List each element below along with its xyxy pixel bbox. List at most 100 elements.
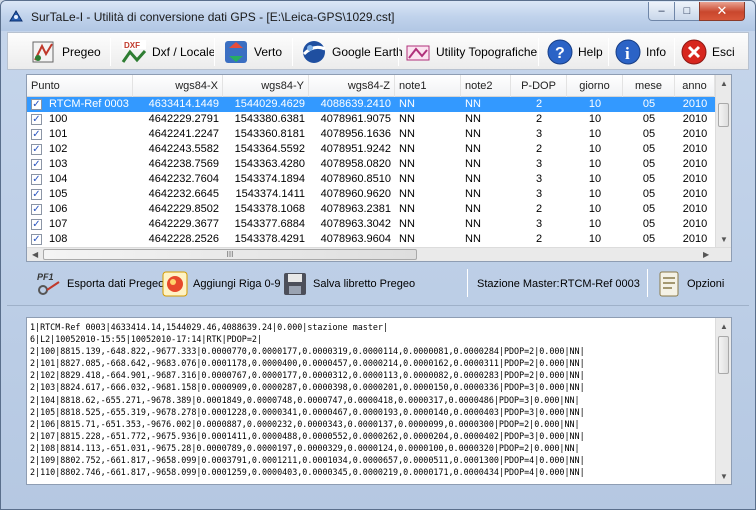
scroll-up-icon[interactable]: ▲: [720, 322, 728, 331]
table-cell[interactable]: 1543378.1068: [223, 202, 309, 217]
scroll-thumb[interactable]: III: [43, 249, 417, 260]
table-cell[interactable]: 10: [567, 97, 623, 112]
table-cell[interactable]: 3: [511, 187, 567, 202]
column-header-note1[interactable]: note1: [395, 75, 461, 97]
table-cell[interactable]: 1543364.5592: [223, 142, 309, 157]
table-cell[interactable]: 1543360.8181: [223, 127, 309, 142]
table-cell[interactable]: NN: [395, 232, 461, 247]
column-header-pdop[interactable]: P-DOP: [511, 75, 567, 97]
table-cell[interactable]: 4078956.1636: [309, 127, 395, 142]
table-cell[interactable]: 2010: [675, 232, 715, 247]
table-cell[interactable]: 05: [623, 112, 675, 127]
add-row-button[interactable]: Aggiungi Riga 0-9: [161, 269, 280, 299]
table-row[interactable]: ✓ RTCM-Ref 0003 4633414.1449 1544029.4629 40…: [27, 97, 717, 112]
table-cell[interactable]: 3: [511, 157, 567, 172]
options-button[interactable]: Opzioni: [655, 269, 724, 299]
table-cell[interactable]: 107: [45, 217, 133, 232]
table-cell[interactable]: 2010: [675, 217, 715, 232]
row-checkbox[interactable]: ✓: [31, 159, 42, 170]
column-header-wgs84-z[interactable]: wgs84-Z: [309, 75, 395, 97]
table-cell[interactable]: 106: [45, 202, 133, 217]
output-vertical-scrollbar[interactable]: ▲ ▼: [715, 318, 731, 484]
table-cell[interactable]: NN: [395, 172, 461, 187]
table-cell[interactable]: RTCM-Ref 0003: [45, 97, 133, 112]
table-cell[interactable]: 4078958.0820: [309, 157, 395, 172]
table-cell[interactable]: 4078961.9075: [309, 112, 395, 127]
table-cell[interactable]: NN: [461, 142, 511, 157]
table-cell[interactable]: NN: [395, 187, 461, 202]
table-cell[interactable]: NN: [395, 97, 461, 112]
scroll-down-icon[interactable]: ▼: [720, 472, 728, 481]
table-cell[interactable]: 4078963.2381: [309, 202, 395, 217]
table-cell[interactable]: 100: [45, 112, 133, 127]
table-cell[interactable]: 4642241.2247: [133, 127, 223, 142]
table-cell[interactable]: 3: [511, 127, 567, 142]
table-cell[interactable]: 1543378.4291: [223, 232, 309, 247]
table-cell[interactable]: NN: [395, 142, 461, 157]
title-bar[interactable]: SurTaLe-I - Utilità di conversione dati …: [1, 1, 755, 31]
table-cell[interactable]: 4633414.1449: [133, 97, 223, 112]
table-cell[interactable]: 2010: [675, 157, 715, 172]
table-row[interactable]: ✓ 105 4642232.6645 1543374.1411 4078960.9620…: [27, 187, 717, 202]
exit-button[interactable]: Esci: [680, 36, 735, 68]
table-cell[interactable]: 10: [567, 187, 623, 202]
scroll-thumb[interactable]: [718, 336, 729, 374]
table-cell[interactable]: NN: [395, 112, 461, 127]
row-checkbox[interactable]: ✓: [31, 189, 42, 200]
table-cell[interactable]: 4078960.8510: [309, 172, 395, 187]
maximize-button[interactable]: □: [674, 2, 700, 21]
table-cell[interactable]: 2010: [675, 97, 715, 112]
table-cell[interactable]: NN: [461, 172, 511, 187]
table-cell[interactable]: NN: [395, 202, 461, 217]
table-cell[interactable]: 05: [623, 172, 675, 187]
utility-topografiche-button[interactable]: Utility Topografiche: [404, 36, 537, 68]
close-window-button[interactable]: ✕: [699, 2, 745, 21]
table-cell[interactable]: 4642228.2526: [133, 232, 223, 247]
table-cell[interactable]: 108: [45, 232, 133, 247]
column-header-giorno[interactable]: giorno: [567, 75, 623, 97]
table-row[interactable]: ✓ 107 4642229.3677 1543377.6884 4078963.3042…: [27, 217, 717, 232]
table-row[interactable]: ✓ 106 4642229.8502 1543378.1068 4078963.2381…: [27, 202, 717, 217]
table-cell[interactable]: 05: [623, 127, 675, 142]
table-cell[interactable]: 2010: [675, 172, 715, 187]
table-cell[interactable]: 4642232.6645: [133, 187, 223, 202]
table-cell[interactable]: 4642232.7604: [133, 172, 223, 187]
row-checkbox[interactable]: ✓: [31, 129, 42, 140]
table-cell[interactable]: 05: [623, 187, 675, 202]
help-button[interactable]: ? Help: [546, 36, 603, 68]
table-cell[interactable]: 3: [511, 172, 567, 187]
points-grid[interactable]: Punto wgs84-X wgs84-Y wgs84-Z note1 note…: [26, 74, 732, 262]
table-cell[interactable]: 4642238.7569: [133, 157, 223, 172]
table-cell[interactable]: NN: [395, 217, 461, 232]
scroll-left-icon[interactable]: ◀: [32, 250, 38, 259]
table-row[interactable]: ✓ 108 4642228.2526 1543378.4291 4078963.9604…: [27, 232, 717, 247]
verto-button[interactable]: Verto: [222, 36, 282, 68]
google-earth-button[interactable]: Google Earth: [300, 36, 403, 68]
table-cell[interactable]: 4642229.2791: [133, 112, 223, 127]
table-cell[interactable]: 1543374.1894: [223, 172, 309, 187]
minimize-button[interactable]: –: [648, 2, 675, 21]
pregeo-button[interactable]: Pregeo: [30, 36, 101, 68]
table-row[interactable]: ✓ 101 4642241.2247 1543360.8181 4078956.1636…: [27, 127, 717, 142]
row-checkbox[interactable]: ✓: [31, 144, 42, 155]
column-header-mese[interactable]: mese: [623, 75, 675, 97]
grid-horizontal-scrollbar[interactable]: ◀ III ▶: [27, 247, 731, 261]
scroll-right-icon[interactable]: ▶: [703, 250, 709, 259]
table-cell[interactable]: NN: [461, 112, 511, 127]
table-cell[interactable]: 10: [567, 202, 623, 217]
table-cell[interactable]: 105: [45, 187, 133, 202]
table-cell[interactable]: 4642243.5582: [133, 142, 223, 157]
row-checkbox[interactable]: ✓: [31, 204, 42, 215]
table-cell[interactable]: 2: [511, 112, 567, 127]
row-checkbox[interactable]: ✓: [31, 234, 42, 245]
table-cell[interactable]: 10: [567, 157, 623, 172]
table-cell[interactable]: 4078963.9604: [309, 232, 395, 247]
table-cell[interactable]: 10: [567, 217, 623, 232]
table-cell[interactable]: 102: [45, 142, 133, 157]
table-cell[interactable]: 3: [511, 217, 567, 232]
table-cell[interactable]: 4078960.9620: [309, 187, 395, 202]
table-cell[interactable]: 1543380.6381: [223, 112, 309, 127]
table-cell[interactable]: 2: [511, 97, 567, 112]
column-header-punto[interactable]: Punto: [27, 75, 133, 97]
table-cell[interactable]: 05: [623, 157, 675, 172]
